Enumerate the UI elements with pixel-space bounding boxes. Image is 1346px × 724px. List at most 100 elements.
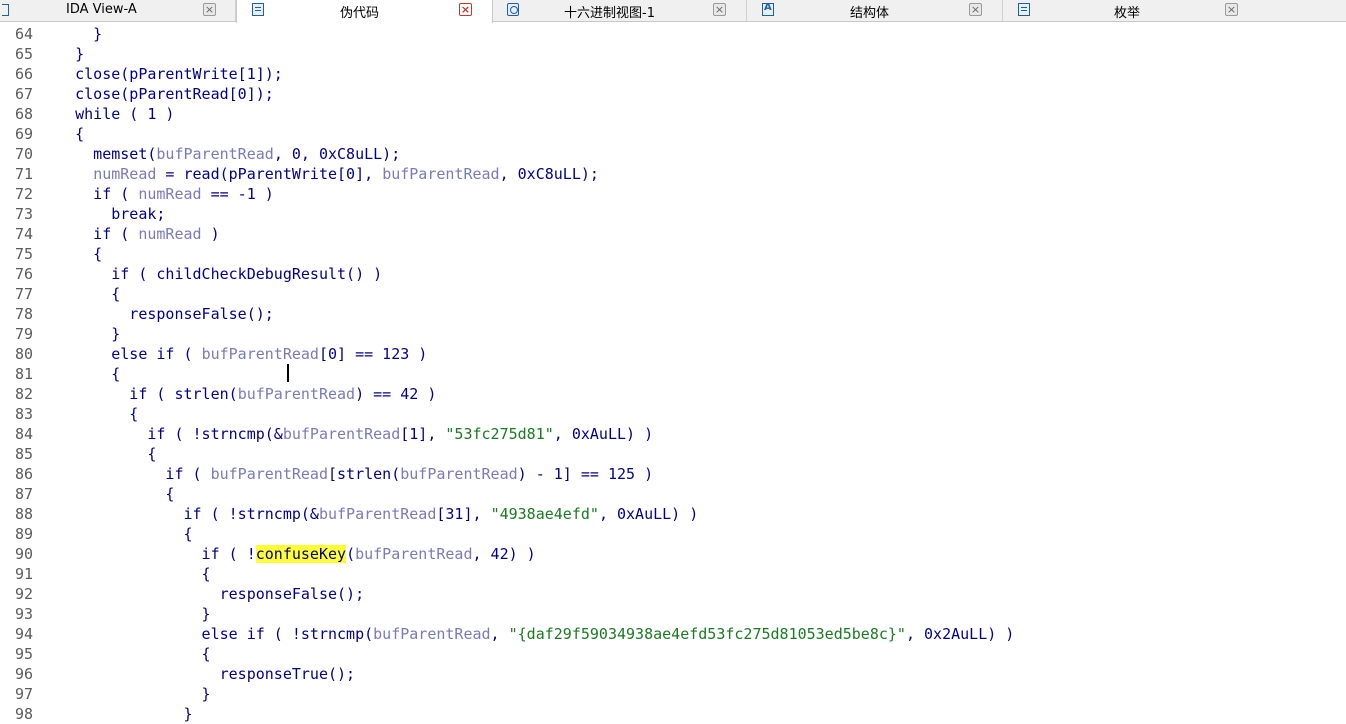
string-literal: "4938ae4efd" [490,505,599,523]
code-line[interactable]: 84 if ( !strncmp(&bufParentRead[1], "53f… [0,424,1346,444]
code-text[interactable]: { [39,284,120,304]
code-line[interactable]: 79 } [0,324,1346,344]
line-number: 68 [14,105,33,123]
code-line[interactable]: 75 { [0,244,1346,264]
close-icon[interactable]: × [1225,3,1238,16]
code-text[interactable]: responseFalse(); [39,304,274,324]
tab-hex-view-1[interactable]: 十六进制视图-1 × [493,0,747,22]
line-number: 82 [14,385,33,403]
code-line[interactable]: 95 { [0,644,1346,664]
code-text[interactable]: } [39,324,120,344]
code-line[interactable]: 97 } [0,684,1346,704]
code-text[interactable]: if ( childCheckDebugResult() ) [39,264,382,284]
code-text[interactable]: else if ( bufParentRead[0] == 123 ) [39,344,427,364]
code-line[interactable]: 69 { [0,124,1346,144]
code-text[interactable]: { [39,404,138,424]
tab-structures[interactable]: 结构体 × [747,0,1003,22]
code-text[interactable]: if ( !strncmp(&bufParentRead[1], "53fc27… [39,424,653,444]
code-line[interactable]: 67 close(pParentRead[0]); [0,84,1346,104]
code-line[interactable]: 65 } [0,44,1346,64]
close-icon[interactable]: × [203,3,216,16]
code-text[interactable]: { [39,244,102,264]
code-line[interactable]: 66 close(pParentWrite[1]); [0,64,1346,84]
line-number: 86 [14,465,33,483]
line-number: 69 [14,125,33,143]
variable-token: numRead [93,165,157,183]
code-line[interactable]: 80 else if ( bufParentRead[0] == 123 ) [0,344,1346,364]
code-line[interactable]: 77 { [0,284,1346,304]
code-text[interactable]: { [39,444,156,464]
code-token: { [39,365,121,383]
code-line[interactable]: 93 } [0,604,1346,624]
code-text[interactable]: { [39,124,84,144]
code-text[interactable]: responseFalse(); [39,584,365,604]
tab-pseudocode[interactable]: 伪代码 × [236,0,493,23]
tab-label: IDA View-A [66,2,137,17]
code-text[interactable]: numRead = read(pParentWrite[0], bufParen… [39,164,599,184]
code-line[interactable]: 82 if ( strlen(bufParentRead) == 42 ) [0,384,1346,404]
close-icon[interactable]: × [459,3,472,16]
code-text[interactable]: { [39,484,174,504]
code-text[interactable]: { [39,644,211,664]
code-line[interactable]: 70 memset(bufParentRead, 0, 0xC8uLL); [0,144,1346,164]
close-icon[interactable]: × [969,3,982,16]
code-line[interactable]: 87 { [0,484,1346,504]
code-token: { [39,285,121,303]
code-line[interactable]: 68 while ( 1 ) [0,104,1346,124]
tab-bar: IDA View-A × 伪代码 × 十六进制视图-1 × 结构体 × 枚举 × [0,0,1346,23]
code-line[interactable]: 83 { [0,404,1346,424]
code-line[interactable]: 92 responseFalse(); [0,584,1346,604]
code-text[interactable]: } [39,704,192,724]
code-text[interactable]: } [39,44,84,64]
code-text[interactable]: memset(bufParentRead, 0, 0xC8uLL); [39,144,400,164]
code-text[interactable]: } [39,684,211,704]
code-text[interactable]: break; [39,204,165,224]
code-line[interactable]: 88 if ( !strncmp(&bufParentRead[31], "49… [0,504,1346,524]
line-number: 77 [14,285,33,303]
code-token: , 0xAuLL) ) [598,505,699,523]
tab-ida-view-a[interactable]: IDA View-A × [0,0,236,22]
code-token: ) - 1] == 125 ) [517,465,654,483]
ida-view-icon [2,3,17,16]
code-text[interactable]: if ( !confuseKey(bufParentRead, 42) ) [39,544,536,564]
code-line[interactable]: 94 else if ( !strncmp(bufParentRead, "{d… [0,624,1346,644]
code-line[interactable]: 73 break; [0,204,1346,224]
code-text[interactable]: close(pParentRead[0]); [39,84,274,104]
code-text[interactable]: if ( bufParentRead[strlen(bufParentRead)… [39,464,653,484]
code-text[interactable]: else if ( !strncmp(bufParentRead, "{daf2… [39,624,1015,644]
code-line[interactable]: 90 if ( !confuseKey(bufParentRead, 42) ) [0,544,1346,564]
code-line[interactable]: 81 { [0,364,1346,384]
code-line[interactable]: 91 { [0,564,1346,584]
variable-token: bufParentRead [400,465,518,483]
code-line[interactable]: 85 { [0,444,1346,464]
code-line[interactable]: 72 if ( numRead == -1 ) [0,184,1346,204]
code-line[interactable]: 78 responseFalse(); [0,304,1346,324]
code-text[interactable]: if ( !strncmp(&bufParentRead[31], "4938a… [39,504,698,524]
code-text[interactable]: close(pParentWrite[1]); [39,64,283,84]
code-line[interactable]: 98 } [0,704,1346,724]
code-text[interactable]: } [39,24,102,44]
code-text[interactable]: { [39,564,211,584]
line-number: 66 [14,65,33,83]
code-line[interactable]: 76 if ( childCheckDebugResult() ) [0,264,1346,284]
tab-label: 伪代码 [340,6,380,21]
text-cursor [287,364,289,382]
code-line[interactable]: 86 if ( bufParentRead[strlen(bufParentRe… [0,464,1346,484]
code-text[interactable]: if ( numRead == -1 ) [39,184,274,204]
code-text[interactable]: } [39,604,211,624]
code-token: , [490,625,509,643]
pseudocode-view[interactable]: 64 } 65 } 66 close(pParentWrite[1]); 67 clo… [0,23,1346,723]
code-text[interactable]: { [39,364,120,384]
close-icon[interactable]: × [713,3,726,16]
code-line[interactable]: 96 responseTrue(); [0,664,1346,684]
code-text[interactable]: if ( numRead ) [39,224,219,244]
code-text[interactable]: responseTrue(); [39,664,355,684]
code-line[interactable]: 71 numRead = read(pParentWrite[0], bufPa… [0,164,1346,184]
code-line[interactable]: 89 { [0,524,1346,544]
code-text[interactable]: if ( strlen(bufParentRead) == 42 ) [39,384,436,404]
tab-enums[interactable]: 枚举 × [1003,0,1346,22]
code-line[interactable]: 64 } [0,24,1346,44]
code-text[interactable]: while ( 1 ) [39,104,174,124]
code-line[interactable]: 74 if ( numRead ) [0,224,1346,244]
code-text[interactable]: { [39,524,192,544]
